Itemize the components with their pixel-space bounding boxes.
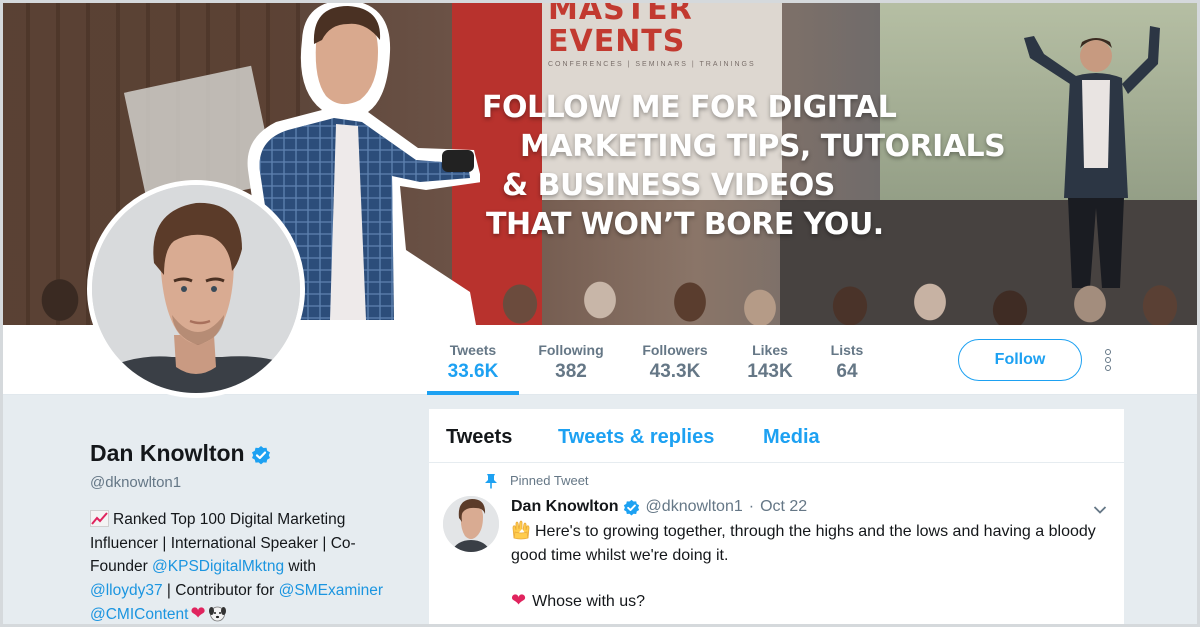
more-vertical-icon[interactable] (1098, 347, 1118, 375)
bio-link-lloydy[interactable]: @lloydy37 (90, 582, 163, 599)
tagline-line-1: FOLLOW ME FOR DIGITAL (482, 90, 897, 125)
stat-following[interactable]: Following 382 (531, 325, 611, 395)
stat-value: 64 (836, 361, 858, 382)
heart-emoji-icon: ❤ (190, 603, 206, 623)
heart-emoji-icon: ❤ (511, 590, 527, 610)
bio-text-2: with (284, 558, 316, 575)
raising-hands-emoji-icon (511, 520, 531, 540)
stat-value: 33.6K (447, 361, 499, 382)
stat-label: Tweets (449, 342, 497, 358)
profile-handle: @dknowlton1 (90, 474, 182, 491)
tweet-body: Here's to growing together, through the … (511, 520, 1101, 568)
stat-followers[interactable]: Followers 43.3K (635, 325, 715, 395)
avatar-portrait-icon (92, 185, 300, 393)
tweet-date[interactable]: Oct 22 (760, 498, 807, 516)
pinned-tweet-label: Pinned Tweet (510, 473, 589, 488)
tweet-separator: · (748, 498, 755, 515)
tweet-text-2: Whose with us? (532, 593, 646, 610)
pin-icon (484, 473, 498, 489)
bio-link-smexaminer[interactable]: @SMExaminer (279, 582, 383, 599)
stat-value: 382 (555, 361, 587, 382)
active-indicator (427, 391, 519, 395)
timeline-tabs: Tweets Tweets & replies Media (429, 409, 1124, 463)
tab-media[interactable]: Media (763, 426, 820, 449)
tweet-header: Dan Knowlton @dknowlton1 · Oct 22 (511, 498, 807, 516)
stat-label: Lists (830, 342, 864, 358)
profile-name: Dan Knowlton (90, 440, 271, 467)
bio-link-cmicontent[interactable]: @CMIContent (90, 606, 188, 623)
stat-tweets[interactable]: Tweets 33.6K (427, 325, 519, 395)
profile-avatar[interactable] (87, 180, 305, 398)
tweet-text: Here's to growing together, through the … (511, 523, 1096, 564)
tweet-author-name[interactable]: Dan Knowlton (511, 498, 619, 516)
profile-bio: Ranked Top 100 Digital Marketing Influen… (90, 508, 390, 627)
profile-name-text: Dan Knowlton (90, 440, 245, 466)
bio-text-3: | Contributor for (162, 581, 279, 599)
tweet-body-line-2: ❤ Whose with us? (511, 590, 645, 611)
stat-lists[interactable]: Lists 64 (823, 325, 871, 395)
verified-badge-icon (623, 499, 640, 516)
banner-tagline: FOLLOW ME FOR DIGITAL MARKETING TIPS, TU… (482, 88, 1006, 244)
chart-increasing-emoji-icon (90, 510, 109, 527)
verified-badge-icon (251, 444, 271, 464)
stat-label: Following (538, 342, 604, 358)
tab-tweets[interactable]: Tweets (446, 426, 512, 449)
tagline-line-2: MARKETING TIPS, TUTORIALS (520, 129, 1006, 164)
tagline-line-3: & BUSINESS VIDEOS (502, 168, 835, 203)
stat-value: 143K (747, 361, 793, 382)
tweet-author-handle[interactable]: @dknowlton1 (646, 498, 743, 516)
follow-button[interactable]: Follow (958, 339, 1082, 381)
tweet-avatar[interactable] (443, 496, 499, 552)
event-logo-name: MASTER EVENTS (548, 0, 693, 59)
chevron-down-icon[interactable] (1093, 502, 1107, 514)
stat-likes[interactable]: Likes 143K (738, 325, 802, 395)
event-logo-sub: CONFERENCES | SEMINARS | TRAININGS (548, 61, 756, 68)
event-logo: MASTER EVENTS CONFERENCES | SEMINARS | T… (548, 0, 778, 74)
tagline-line-4: THAT WON’T BORE YOU. (486, 207, 884, 242)
tab-tweets-and-replies[interactable]: Tweets & replies (558, 426, 714, 449)
stat-label: Followers (642, 342, 708, 358)
dog-emoji-icon (208, 604, 227, 623)
timeline-panel: Tweets Tweets & replies Media Pinned Twe… (429, 409, 1124, 627)
stat-value: 43.3K (649, 361, 701, 382)
stat-label: Likes (752, 342, 788, 358)
bio-link-kps[interactable]: @KPSDigitalMktng (152, 558, 284, 575)
